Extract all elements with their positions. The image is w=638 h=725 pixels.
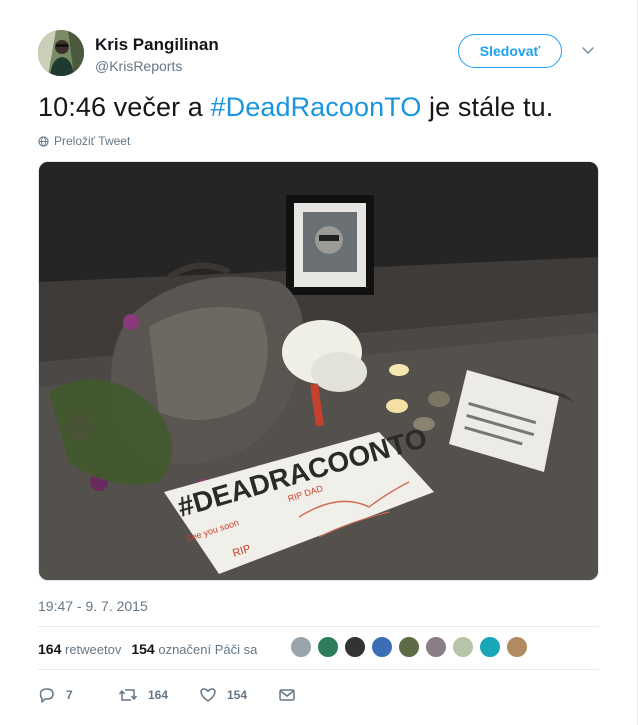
liker-avatar[interactable] <box>425 636 447 658</box>
tweet-header: Kris Pangilinan @KrisReports Sledovať <box>38 30 598 78</box>
liker-avatar[interactable] <box>371 636 393 658</box>
retweets-count: 164 <box>38 641 62 657</box>
tweet-stats: 164 retweetov 154 označení Páči sa <box>38 641 267 657</box>
reply-button[interactable]: 7 <box>38 686 73 704</box>
likes-label: označení Páči sa <box>158 642 258 657</box>
direct-message-button[interactable] <box>278 686 296 704</box>
divider-bottom <box>38 669 599 670</box>
author-handle[interactable]: @KrisReports <box>95 58 182 74</box>
tweet-photo[interactable]: #DEADRACOONTO RIP See you soon RIP DAD <box>38 161 599 581</box>
like-button[interactable]: 154 <box>199 686 247 704</box>
hashtag-link[interactable]: #DeadRacoonTO <box>211 92 422 122</box>
tweet-timestamp[interactable]: 19:47 - 9. 7. 2015 <box>38 598 148 614</box>
retweets-label: retweetov <box>64 642 122 657</box>
like-count: 154 <box>227 688 248 702</box>
follow-button[interactable]: Sledovať <box>458 34 562 68</box>
globe-icon <box>38 135 49 147</box>
likers-avatars <box>290 636 528 658</box>
heart-icon <box>200 688 216 702</box>
tweet-text-end: je stále tu. <box>421 92 554 122</box>
likes-count: 154 <box>131 641 155 657</box>
liker-avatar[interactable] <box>506 636 528 658</box>
author-name[interactable]: Kris Pangilinan <box>95 35 219 55</box>
avatar[interactable] <box>38 30 84 76</box>
tweet-text: 10:46 večer a #DeadRacoonTO je stále tu. <box>38 92 553 123</box>
photo-image: #DEADRACOONTO RIP See you soon RIP DAD <box>39 162 598 580</box>
tweet-actions: 7 164 154 <box>38 686 338 706</box>
divider-top <box>38 626 599 627</box>
retweets-stat[interactable]: 164 retweetov <box>38 641 121 657</box>
likes-stat[interactable]: 154 označení Páči sa <box>131 641 257 657</box>
translate-tweet-link[interactable]: Preložiť Tweet <box>38 134 130 148</box>
envelope-icon <box>279 689 295 701</box>
reply-icon <box>39 688 54 703</box>
liker-avatar[interactable] <box>398 636 420 658</box>
translate-label: Preložiť Tweet <box>54 134 131 148</box>
retweet-icon <box>118 689 138 701</box>
retweet-count: 164 <box>148 688 169 702</box>
liker-avatar[interactable] <box>290 636 312 658</box>
tweet-text-start: 10:46 večer a <box>38 92 211 122</box>
liker-avatar[interactable] <box>479 636 501 658</box>
liker-avatar[interactable] <box>317 636 339 658</box>
liker-avatar[interactable] <box>452 636 474 658</box>
chevron-down-icon[interactable] <box>580 42 596 58</box>
reply-count: 7 <box>66 688 73 702</box>
retweet-button[interactable]: 164 <box>118 686 168 704</box>
avatar-image <box>38 30 84 76</box>
liker-avatar[interactable] <box>344 636 366 658</box>
